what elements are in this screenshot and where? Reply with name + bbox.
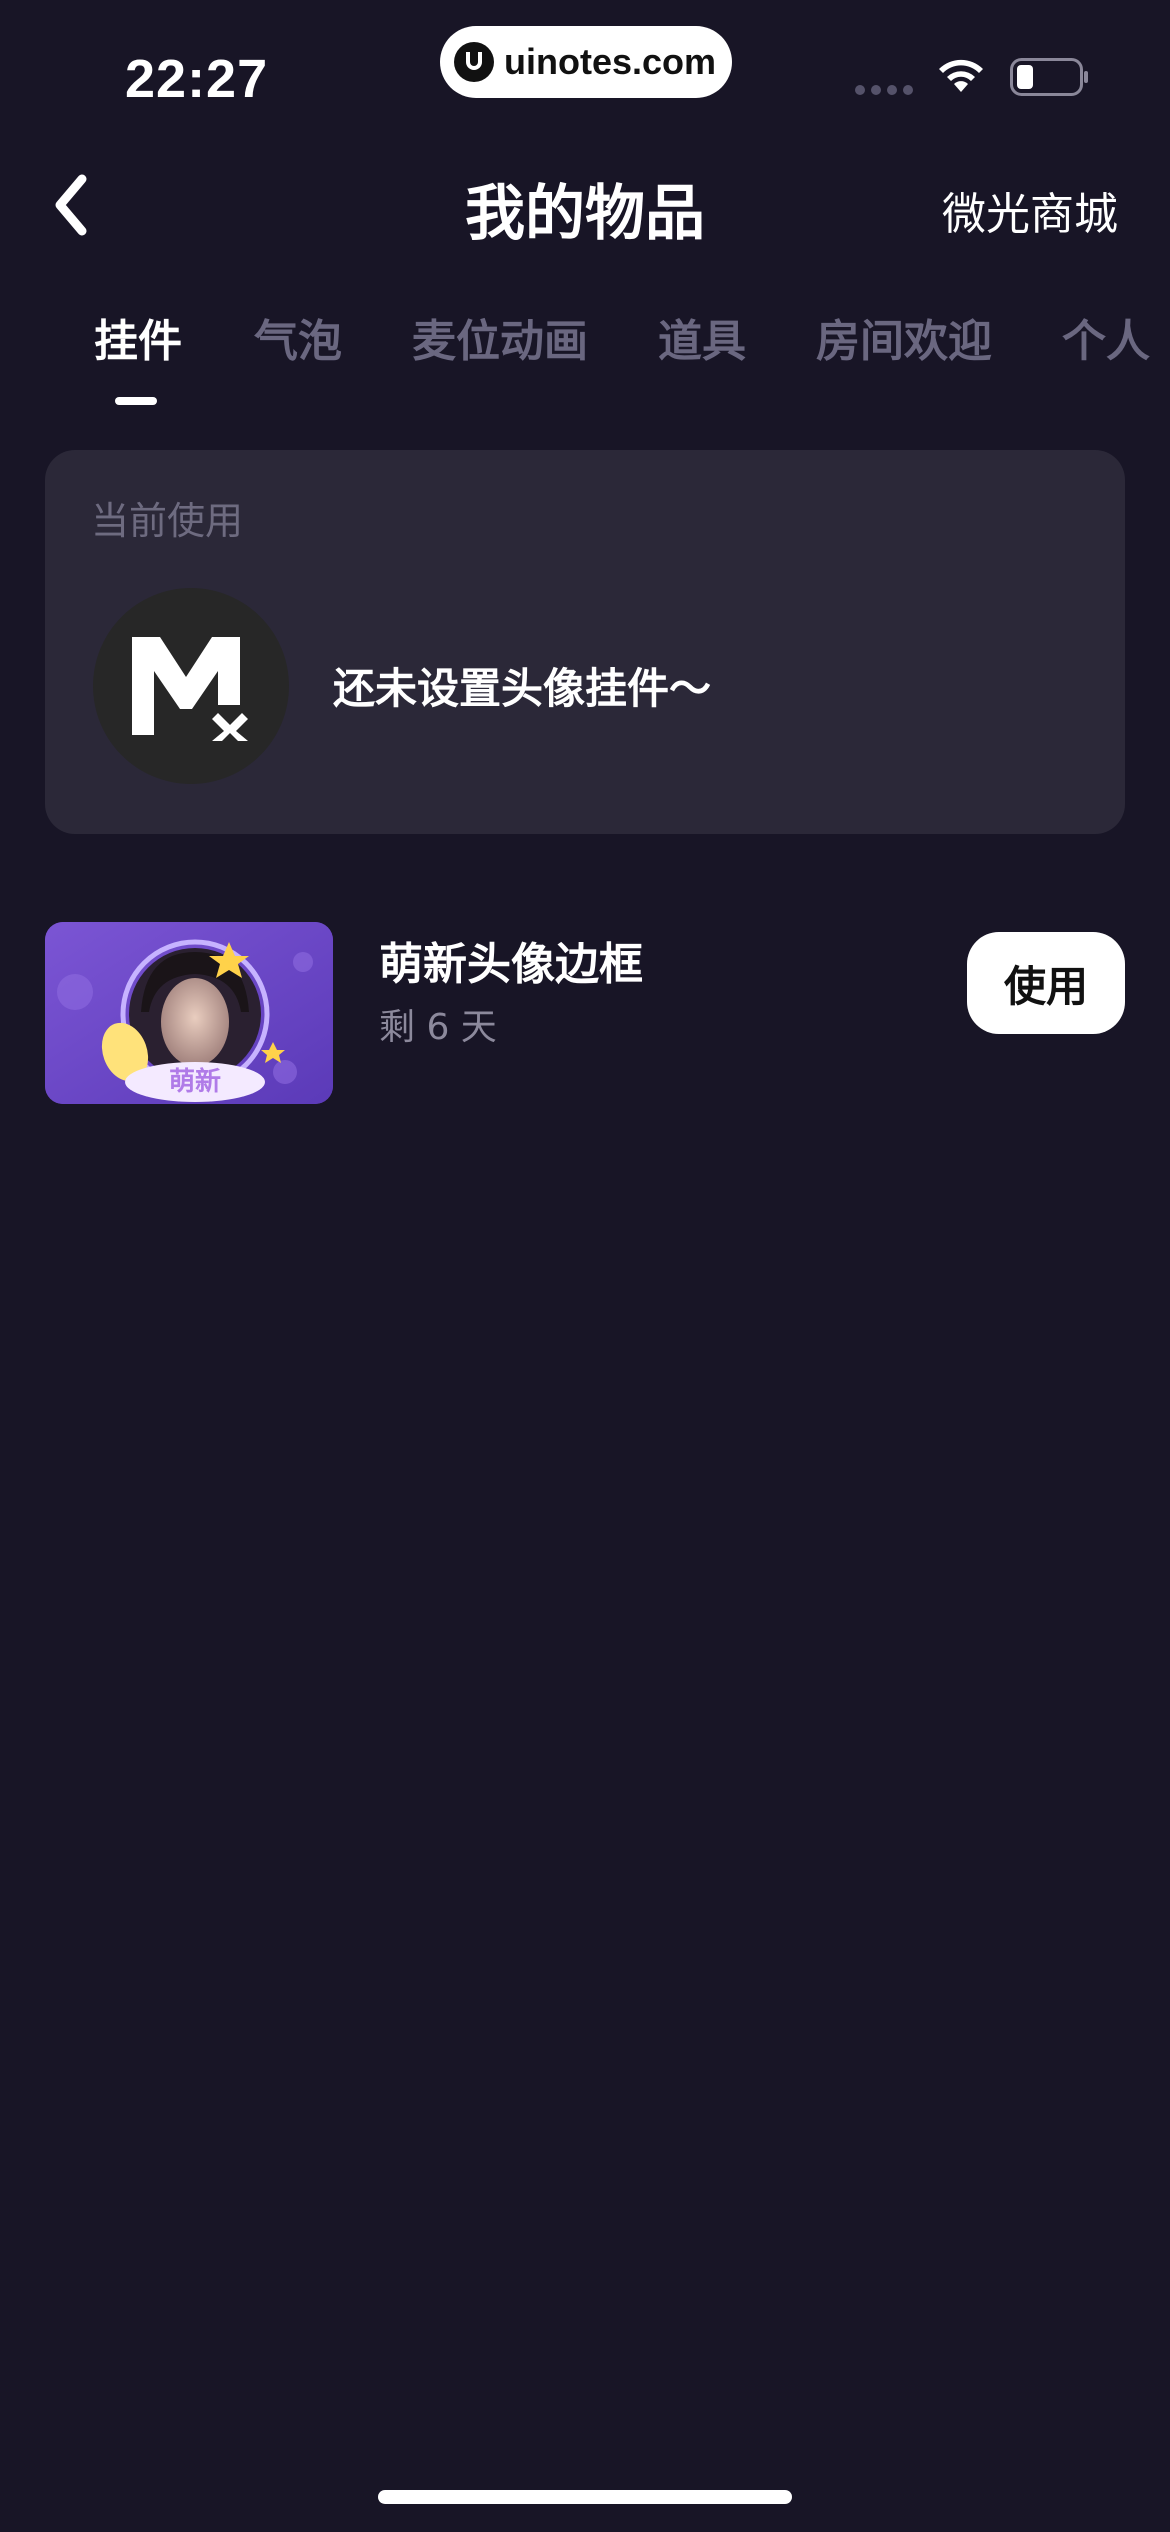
back-button[interactable] (40, 168, 100, 242)
watermark-text: uinotes.com (504, 41, 717, 82)
chevron-left-icon (55, 174, 87, 236)
status-time: 22:27 (125, 49, 269, 109)
thumb-badge-text: 萌新 (169, 1066, 221, 1097)
item-remaining-days: 剩 6 天 (379, 1007, 497, 1048)
current-pendant-card: 当前使用 还未设置头像挂件～ (45, 450, 1125, 834)
app-logo-icon (132, 637, 248, 741)
empty-pendant-message: 还未设置头像挂件～ (333, 664, 712, 713)
wifi-icon (939, 59, 983, 92)
tab-pendant[interactable]: 挂件 (94, 305, 182, 369)
home-indicator[interactable] (378, 2490, 792, 2504)
tab-mic-animation[interactable]: 麦位动画 (412, 305, 588, 369)
category-tabs: 挂件 气泡 麦位动画 道具 房间欢迎 个人 (0, 305, 1170, 415)
avatar-frame-preview-icon: 萌新 (45, 922, 333, 1104)
tab-bubble[interactable]: 气泡 (254, 305, 342, 369)
mall-link[interactable]: 微光商城 (942, 178, 1118, 242)
use-button[interactable]: 使用 (967, 932, 1125, 1034)
screen: 22:27 uinotes.com 我的物品 微光商城 挂件 气泡 麦位动画 道… (0, 0, 1170, 2532)
item-thumbnail: 萌新 (45, 922, 333, 1104)
tab-room-welcome[interactable]: 房间欢迎 (816, 305, 992, 369)
item-name: 萌新头像边框 (379, 939, 643, 990)
tab-active-indicator (115, 397, 157, 405)
current-use-label: 当前使用 (91, 499, 244, 543)
avatar (93, 588, 289, 784)
tab-personal[interactable]: 个人 (1062, 305, 1150, 369)
watermark-logo-icon (454, 42, 494, 82)
cellular-signal-icon (855, 85, 913, 95)
tab-props[interactable]: 道具 (658, 305, 746, 369)
list-item: 萌新 萌新头像边框 剩 6 天 使用 (45, 922, 1125, 1104)
watermark-badge: uinotes.com (440, 26, 732, 98)
battery-icon (1010, 58, 1088, 96)
